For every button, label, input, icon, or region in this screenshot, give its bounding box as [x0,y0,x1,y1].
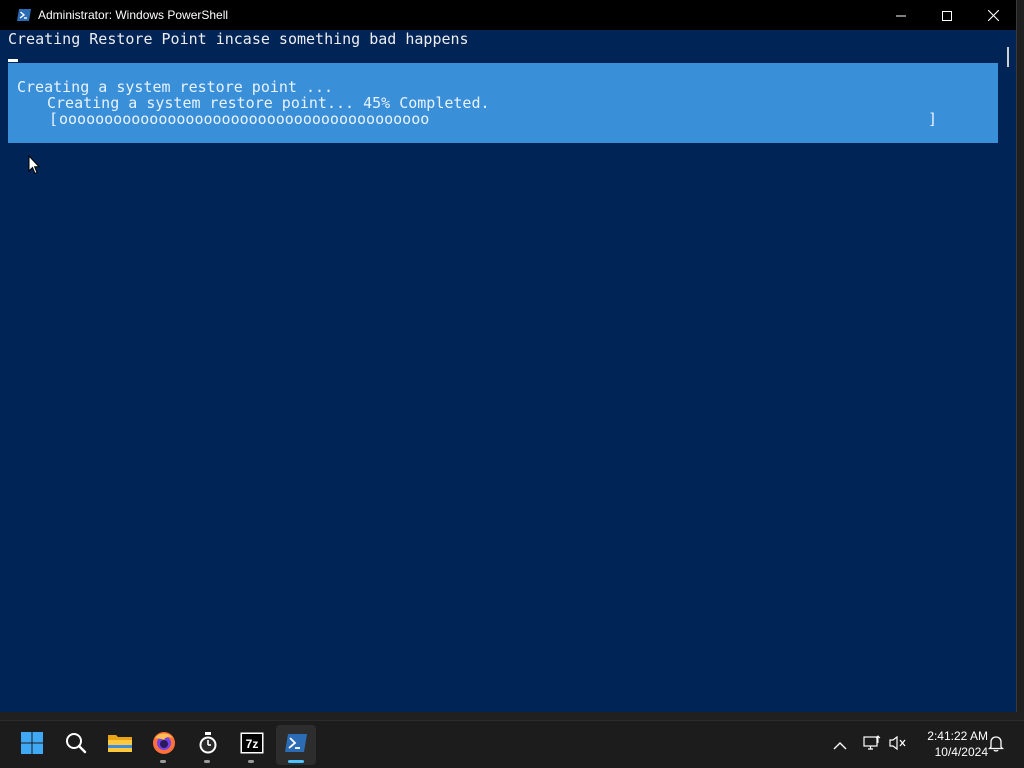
clock-time: 2:41:22 AM [927,729,988,743]
progress-bar-fill: oooooooooooooooooooooooooooooooooooooooo… [59,111,430,127]
progress-bar-open: [ [49,110,59,128]
file-explorer-button[interactable] [100,725,140,765]
minimize-button[interactable] [878,0,924,30]
maximize-icon [942,6,952,25]
show-hidden-icons-button[interactable] [828,733,852,757]
7zip-icon: 7z [240,732,264,758]
network-icon [863,735,881,755]
scrollbar-thumb[interactable] [1007,47,1009,67]
window-title: Administrator: Windows PowerShell [38,8,229,22]
progress-activity: Creating a system restore point ... [17,78,334,96]
search-icon [64,731,88,759]
network-button[interactable] [860,733,884,757]
file-explorer-icon [107,731,133,759]
start-icon [20,731,44,759]
close-button[interactable] [970,0,1016,30]
notifications-button[interactable] [984,733,1008,757]
powershell-icon [16,7,32,23]
7zip-running-indicator [248,760,254,763]
title-bar[interactable]: Administrator: Windows PowerShell [0,0,1016,30]
mouse-pointer-icon [28,154,41,179]
powershell-active-indicator [288,760,304,763]
search-button[interactable] [56,725,96,765]
volume-muted-icon [889,735,907,755]
close-icon [987,6,999,25]
volume-button[interactable] [886,733,910,757]
firefox-button[interactable] [144,725,184,765]
minimize-icon [896,6,906,25]
firefox-running-indicator [160,760,166,763]
7zip-label: 7z [246,737,259,751]
window-controls [878,0,1016,30]
console-line: Creating Restore Point incase something … [8,30,469,48]
vertical-scrollbar[interactable] [1000,30,1016,712]
powershell-taskbar-button[interactable] [276,725,316,765]
taskbar-clock[interactable]: 2:41:22 AM 10/4/2024 [914,728,988,760]
desktop: Administrator: Windows PowerShell Creati… [0,0,1024,768]
stopwatch-icon [197,731,219,759]
text-cursor [8,59,18,62]
stopwatch-button[interactable] [188,725,228,765]
progress-status: Creating a system restore point... 45% C… [47,94,490,112]
7zip-button[interactable]: 7z [232,725,272,765]
console-output[interactable]: Creating Restore Point incase something … [0,30,1000,712]
maximize-button[interactable] [924,0,970,30]
powershell-icon [284,732,308,758]
powershell-window: Administrator: Windows PowerShell Creati… [0,0,1017,712]
chevron-up-icon [833,736,847,755]
firefox-icon [151,730,177,760]
progress-bar-close: ] [928,110,938,128]
stopwatch-running-indicator [204,760,210,763]
start-button[interactable] [12,725,52,765]
clock-date: 10/4/2024 [934,745,988,759]
taskbar: 7z 2:41:22 AM 10/4/2024 [0,720,1024,768]
desktop-background-strip [0,712,1024,720]
progress-panel: Creating a system restore point ... Crea… [8,63,998,143]
notification-bell-icon [987,734,1005,756]
